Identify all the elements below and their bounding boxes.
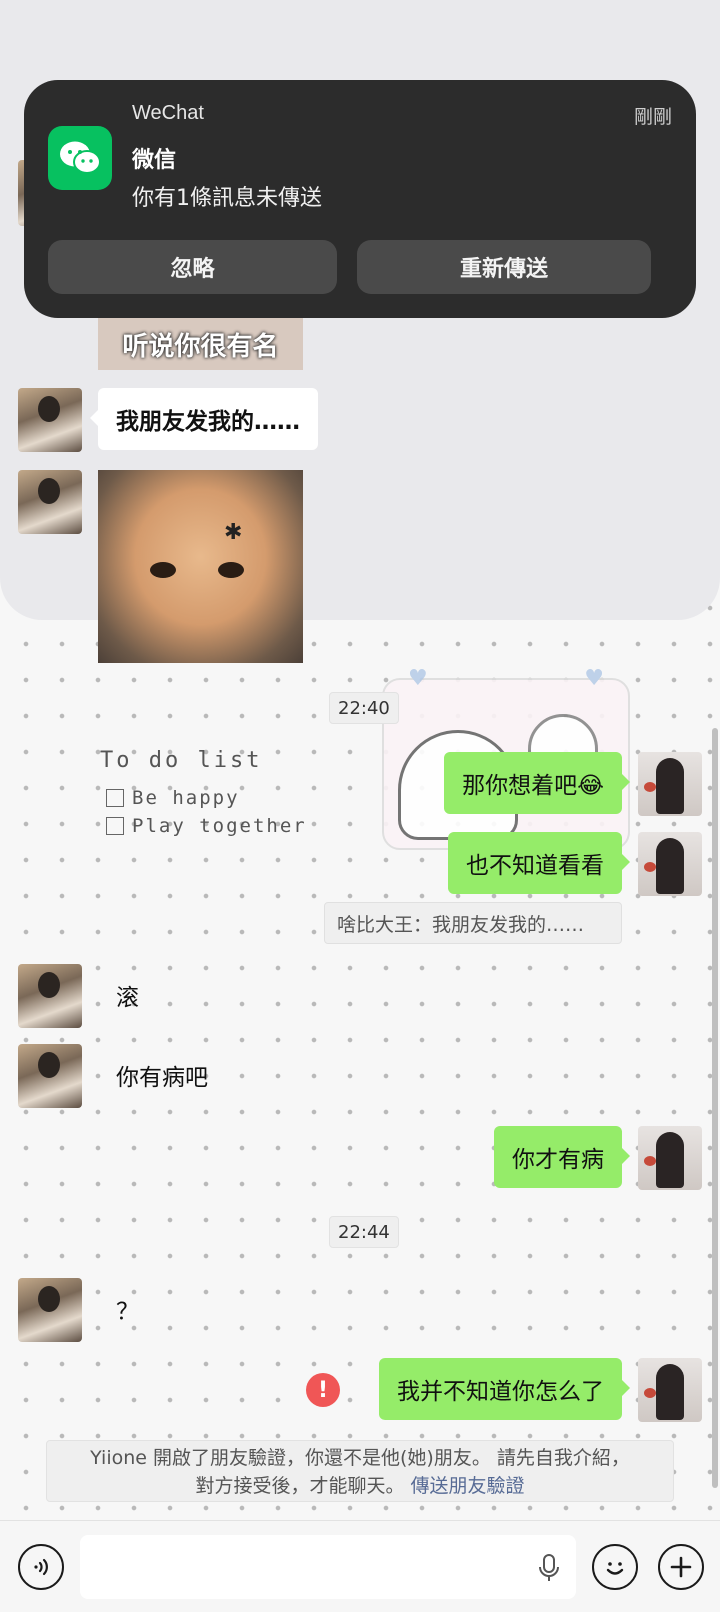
notification-time: 剛剛 bbox=[633, 106, 672, 128]
cat-sticker-image[interactable]: ✱ bbox=[98, 470, 303, 663]
avatar-me[interactable] bbox=[638, 752, 702, 816]
wallpaper-todo-title: To do list bbox=[100, 748, 263, 773]
mic-icon[interactable] bbox=[538, 1553, 560, 1583]
cat-eye bbox=[218, 562, 244, 578]
incoming-message[interactable]: 我朋友发我的…… bbox=[90, 388, 318, 450]
ignore-button[interactable]: 忽略 bbox=[48, 240, 337, 294]
send-verification-link[interactable]: 傳送朋友驗證 bbox=[411, 1475, 525, 1497]
notice-line: Yiione 開啟了朋友驗證，你還不是他(她)朋友。 請先自我介紹， bbox=[90, 1447, 630, 1469]
notification-app-name: WeChat bbox=[132, 102, 204, 124]
outgoing-message[interactable]: 也不知道看看 bbox=[448, 832, 630, 894]
incoming-message[interactable]: 滚 bbox=[98, 964, 157, 1026]
sticker-caption: 听说你很有名 bbox=[122, 331, 279, 362]
heart-icon: ♥ bbox=[408, 666, 428, 691]
quoted-message[interactable]: 啥比大王：我朋友发我的…… bbox=[324, 902, 622, 944]
avatar[interactable] bbox=[18, 470, 82, 534]
notification-title: 微信 bbox=[132, 148, 177, 173]
avatar[interactable] bbox=[18, 964, 82, 1028]
avatar-me[interactable] bbox=[638, 1126, 702, 1190]
wallpaper-todo-item: Be happy bbox=[106, 787, 307, 809]
timestamp: 22:44 bbox=[329, 1216, 399, 1248]
wechat-notification[interactable]: WeChat 剛剛 微信 你有1條訊息未傳送 忽略 重新傳送 bbox=[24, 80, 696, 318]
message-input[interactable] bbox=[80, 1535, 576, 1599]
checkbox-icon bbox=[106, 817, 124, 835]
send-failed-icon[interactable]: ! bbox=[306, 1373, 340, 1407]
timestamp: 22:40 bbox=[329, 692, 399, 724]
resend-button[interactable]: 重新傳送 bbox=[357, 240, 651, 294]
wallpaper-todo-item: Play together bbox=[106, 815, 307, 837]
scrollbar[interactable] bbox=[712, 728, 718, 1488]
outgoing-message[interactable]: 那你想着吧😂 bbox=[444, 752, 630, 814]
wechat-icon bbox=[48, 126, 112, 190]
avatar[interactable] bbox=[18, 1044, 82, 1108]
avatar[interactable] bbox=[18, 388, 82, 452]
anger-icon: ✱ bbox=[224, 520, 243, 545]
outgoing-message[interactable]: 我并不知道你怎么了 bbox=[379, 1358, 630, 1420]
cat-eye bbox=[150, 562, 176, 578]
sticker-message[interactable]: 听说你很有名 bbox=[98, 318, 303, 370]
emoji-icon[interactable] bbox=[592, 1544, 638, 1590]
incoming-message[interactable]: ？ bbox=[98, 1278, 157, 1340]
checkbox-icon bbox=[106, 789, 124, 807]
input-bar bbox=[0, 1520, 720, 1612]
avatar-me[interactable] bbox=[638, 1358, 702, 1422]
avatar[interactable] bbox=[18, 1278, 82, 1342]
voice-icon[interactable] bbox=[18, 1544, 64, 1590]
plus-icon[interactable] bbox=[658, 1544, 704, 1590]
friend-verification-notice: Yiione 開啟了朋友驗證，你還不是他(她)朋友。 請先自我介紹， 對方接受後… bbox=[46, 1440, 674, 1502]
heart-icon: ♥ bbox=[584, 666, 604, 691]
outgoing-message[interactable]: 你才有病 bbox=[494, 1126, 630, 1188]
notice-line-2: 對方接受後，才能聊天。 傳送朋友驗證 bbox=[195, 1475, 525, 1497]
wallpaper-todo-list: To do list Be happy Play together bbox=[100, 748, 307, 843]
incoming-message[interactable]: 你有病吧 bbox=[98, 1044, 226, 1106]
avatar-me[interactable] bbox=[638, 832, 702, 896]
notification-body: 你有1條訊息未傳送 bbox=[132, 186, 322, 211]
